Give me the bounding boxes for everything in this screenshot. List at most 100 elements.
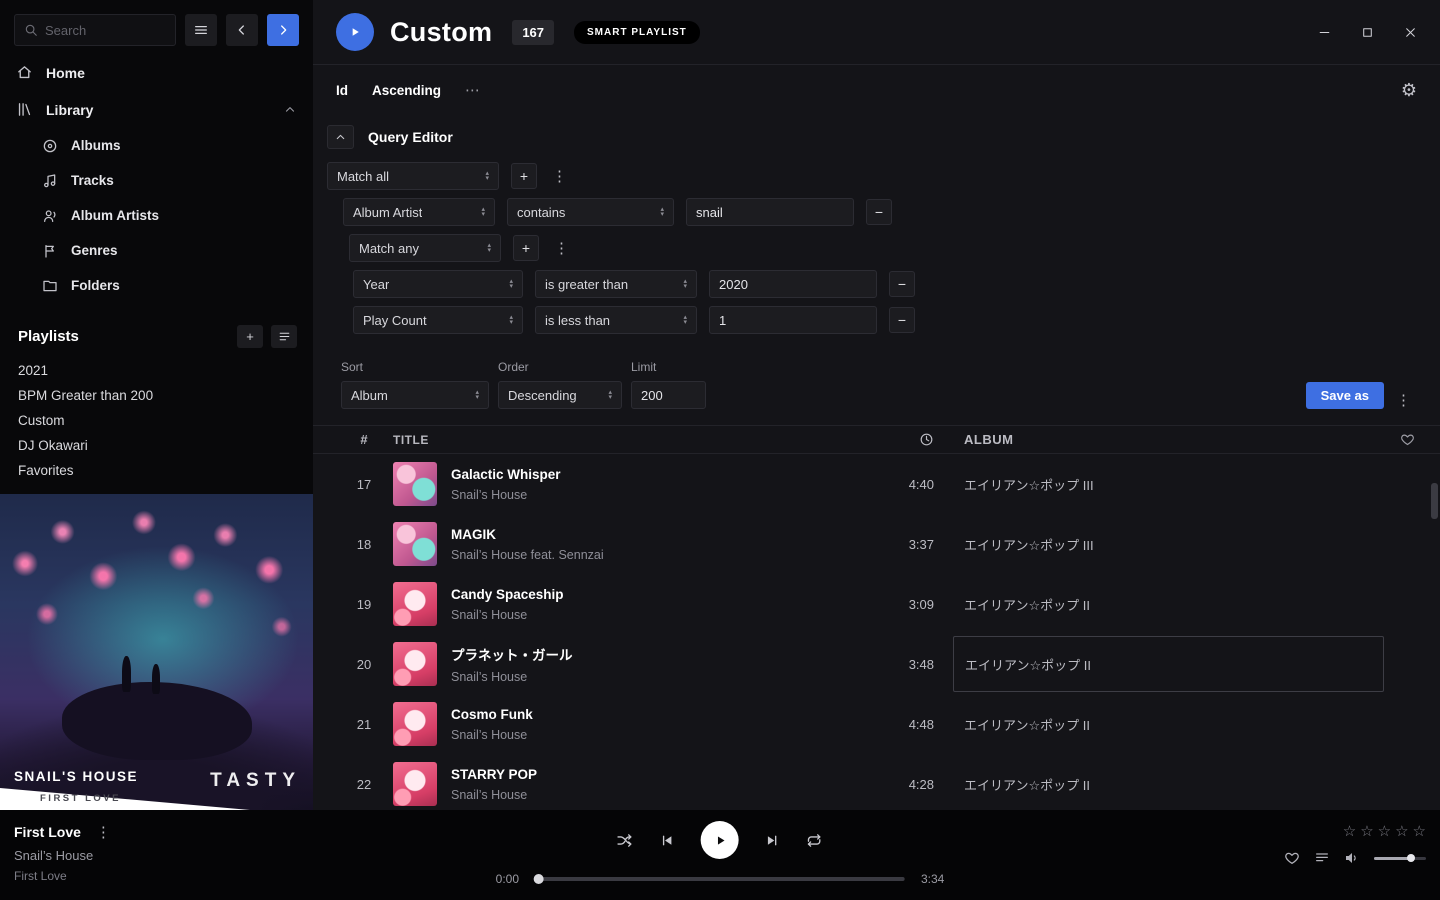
column-duration[interactable]	[878, 432, 934, 447]
playlist-item[interactable]: Favorites	[0, 458, 313, 483]
rule-value-input[interactable]	[709, 270, 877, 298]
music-note-icon	[42, 173, 58, 189]
remove-rule-button[interactable]: −	[889, 307, 915, 333]
rule-menu-button[interactable]: ⋮	[549, 167, 570, 185]
add-rule-button[interactable]: +	[511, 163, 537, 189]
shuffle-button[interactable]	[617, 832, 634, 849]
remove-rule-button[interactable]: −	[866, 199, 892, 225]
menu-button[interactable]	[185, 14, 217, 46]
column-favorite[interactable]	[1384, 432, 1430, 447]
favorite-button[interactable]	[1284, 850, 1300, 866]
order-select[interactable]: Descending ▴▾	[498, 381, 622, 409]
sidebar-item-tracks[interactable]: Tracks	[26, 163, 313, 198]
next-button[interactable]	[764, 832, 781, 849]
star-icon[interactable]: ☆	[1395, 824, 1408, 839]
now-playing-menu-button[interactable]: ⋮	[93, 823, 114, 841]
volume-thumb[interactable]	[1407, 854, 1415, 862]
scrollbar-thumb[interactable]	[1431, 483, 1438, 519]
save-menu-button[interactable]: ⋮	[1393, 391, 1414, 409]
star-icon[interactable]: ☆	[1360, 824, 1373, 839]
group-match-type-select[interactable]: Match any ▴▾	[349, 234, 501, 262]
playlist-item[interactable]: Custom	[0, 408, 313, 433]
sort-select[interactable]: Album ▴▾	[341, 381, 489, 409]
track-row[interactable]: 17 Galactic Whisper Snail’s House 4:40 エ…	[313, 454, 1440, 514]
search-input[interactable]	[45, 23, 166, 38]
star-icon[interactable]: ☆	[1378, 824, 1391, 839]
back-button[interactable]	[226, 14, 258, 46]
minimize-button[interactable]	[1318, 26, 1331, 39]
main-panel: Custom 167 SMART PLAYLIST Id A	[313, 0, 1440, 810]
seek-thumb[interactable]	[534, 874, 544, 884]
close-button[interactable]	[1404, 26, 1417, 39]
column-title[interactable]: TITLE	[393, 433, 878, 447]
chevron-up-icon[interactable]	[283, 103, 297, 117]
column-album[interactable]: ALBUM	[964, 432, 1384, 447]
previous-button[interactable]	[659, 832, 676, 849]
playlist-list-button[interactable]	[271, 325, 297, 348]
track-duration: 3:09	[878, 597, 934, 612]
playlist-item[interactable]: 2021	[0, 358, 313, 383]
repeat-button[interactable]	[806, 832, 823, 849]
track-album-selected-cell[interactable]: エイリアン☆ポップ II	[953, 636, 1384, 692]
limit-input[interactable]	[631, 381, 706, 409]
elapsed-time: 0:00	[496, 872, 519, 886]
sidebar-item-library[interactable]: Library	[0, 91, 313, 128]
rule-operator-select[interactable]: is less than ▴▾	[535, 306, 697, 334]
play-pause-button[interactable]	[701, 821, 739, 859]
query-editor: Query Editor Match all ▴▾ + ⋮ Album Arti…	[313, 115, 1440, 409]
play-playlist-button[interactable]	[336, 13, 374, 51]
save-as-button[interactable]: Save as	[1306, 382, 1384, 409]
track-artist: Snail’s House	[451, 670, 878, 684]
remove-rule-button[interactable]: −	[889, 271, 915, 297]
maximize-button[interactable]	[1361, 26, 1374, 39]
now-playing-artist: Snail’s House	[14, 848, 114, 863]
add-playlist-button[interactable]: +	[237, 325, 263, 348]
volume-slider[interactable]	[1374, 857, 1426, 860]
track-list: # TITLE ALBUM	[313, 425, 1440, 810]
sidebar-item-albums[interactable]: Albums	[26, 128, 313, 163]
sort-direction-chip[interactable]: Ascending	[372, 83, 441, 98]
rule-field-select[interactable]: Album Artist ▴▾	[343, 198, 495, 226]
collapse-query-editor-button[interactable]	[327, 125, 354, 149]
track-artist: Snail’s House	[451, 788, 878, 802]
rule-operator-select[interactable]: contains ▴▾	[507, 198, 674, 226]
column-number[interactable]: #	[349, 432, 379, 447]
query-editor-title: Query Editor	[368, 129, 453, 145]
rule-value-input[interactable]	[686, 198, 854, 226]
sidebar-item-album-artists[interactable]: Album Artists	[26, 198, 313, 233]
play-icon	[713, 833, 728, 848]
track-row[interactable]: 22 STARRY POP Snail’s House 4:28 エイリアン☆ポ…	[313, 754, 1440, 810]
search-box[interactable]	[14, 14, 176, 46]
sort-field-chip[interactable]: Id	[336, 83, 348, 98]
playlist-item[interactable]: BPM Greater than 200	[0, 383, 313, 408]
rule-operator-select[interactable]: is greater than ▴▾	[535, 270, 697, 298]
sidebar-item-genres[interactable]: Genres	[26, 233, 313, 268]
playlist-item[interactable]: DJ Okawari	[0, 433, 313, 458]
star-icon[interactable]: ☆	[1343, 824, 1356, 839]
track-row[interactable]: 19 Candy Spaceship Snail’s House 3:09 エイ…	[313, 574, 1440, 634]
queue-icon	[1314, 850, 1330, 866]
plus-icon: +	[246, 329, 254, 344]
rule-value-input[interactable]	[709, 306, 877, 334]
match-type-select[interactable]: Match all ▴▾	[327, 162, 499, 190]
star-icon[interactable]: ☆	[1413, 824, 1426, 839]
queue-button[interactable]	[1314, 850, 1330, 866]
total-time: 3:34	[921, 872, 944, 886]
rule-field-select[interactable]: Play Count ▴▾	[353, 306, 523, 334]
forward-button[interactable]	[267, 14, 299, 46]
more-options-icon[interactable]: ⋯	[465, 81, 481, 99]
rule-field-select[interactable]: Year ▴▾	[353, 270, 523, 298]
add-group-rule-button[interactable]: +	[513, 235, 539, 261]
volume-button[interactable]	[1344, 850, 1360, 866]
track-row[interactable]: 21 Cosmo Funk Snail’s House 4:48 エイリアン☆ポ…	[313, 694, 1440, 754]
track-title: Candy Spaceship	[451, 587, 878, 602]
sidebar-item-folders[interactable]: Folders	[26, 268, 313, 303]
track-row[interactable]: 18 MAGIK Snail’s House feat. Sennzai 3:3…	[313, 514, 1440, 574]
group-menu-button[interactable]: ⋮	[551, 239, 572, 257]
track-duration: 4:40	[878, 477, 934, 492]
track-row[interactable]: 20 プラネット・ガール Snail’s House 3:48 エイリアン☆ポッ…	[313, 634, 1440, 694]
settings-button[interactable]: ⚙	[1401, 80, 1417, 101]
seek-bar[interactable]	[535, 877, 905, 881]
track-title: プラネット・ガール	[451, 644, 878, 664]
sidebar-item-home[interactable]: Home	[0, 54, 313, 91]
